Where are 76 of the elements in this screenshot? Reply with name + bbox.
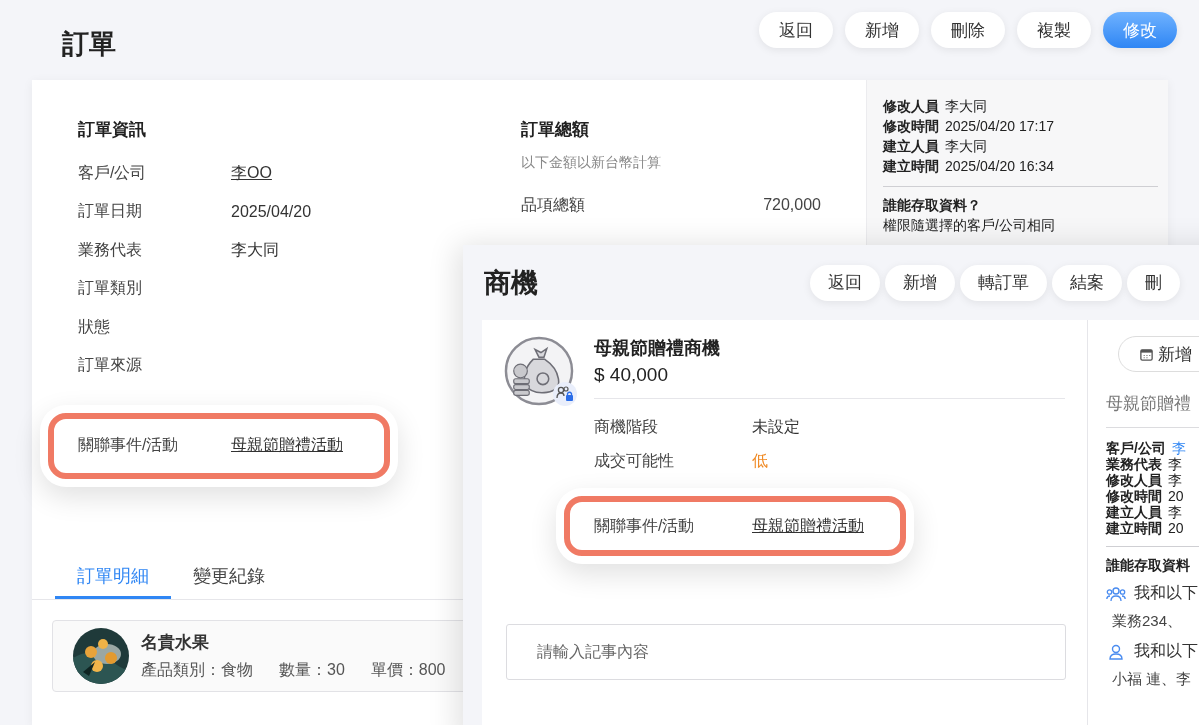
record-label: 修改人員 xyxy=(883,97,939,116)
field-label: 成交可能性 xyxy=(594,450,675,471)
person-icon xyxy=(1106,643,1126,660)
item-detail: 產品類別：食物 xyxy=(141,660,253,680)
item-detail: 單價：800 xyxy=(370,660,446,680)
record-value: 李大同 xyxy=(945,137,987,156)
field-value: 低 xyxy=(752,450,768,471)
note-text: 以下金額以新台幣計算 xyxy=(521,154,662,172)
field-label: 訂單類別 xyxy=(78,278,143,299)
item-name: 名貴水果 xyxy=(141,632,210,654)
group-icon xyxy=(1106,585,1126,602)
record-label: 客戶/公司 xyxy=(1106,440,1166,456)
action-button[interactable]: 刪 xyxy=(1127,264,1180,301)
field-label: 商機階段 xyxy=(594,417,659,438)
subtitle-text: 母親節贈禮 xyxy=(1106,392,1199,428)
action-button[interactable]: 新增 xyxy=(885,264,955,301)
field-label: 客戶/公司 xyxy=(78,162,148,183)
record-value: 李 xyxy=(1168,472,1182,488)
access-label: 我和以下 xyxy=(1134,583,1198,603)
access-heading: 誰能存取資料 xyxy=(1106,556,1191,575)
moneybag-icon xyxy=(504,336,574,406)
window-title: 商機 xyxy=(484,266,538,300)
section-heading: 訂單總額 xyxy=(521,119,590,141)
people-lock-icon xyxy=(553,382,577,406)
access-note: 權限隨選擇的客戶/公司相同 xyxy=(883,216,1056,235)
record-value: 李大同 xyxy=(945,97,987,116)
field-link[interactable]: 李OO xyxy=(231,162,272,184)
total-value: 720,000 xyxy=(763,196,821,214)
record-value: 2025/04/20 16:34 xyxy=(945,157,1054,176)
field-link[interactable]: 母親節贈禮活動 xyxy=(752,515,864,537)
record-label: 建立時間 xyxy=(1106,520,1162,536)
field-link[interactable]: 母親節贈禮活動 xyxy=(231,435,343,456)
action-button[interactable]: 轉訂單 xyxy=(960,264,1047,301)
add-button[interactable]: 新增 xyxy=(1118,336,1199,372)
field-label: 訂單日期 xyxy=(78,201,143,222)
action-button[interactable]: 刪除 xyxy=(931,12,1005,48)
field-label: 關聯事件/活動 xyxy=(594,515,696,536)
access-heading: 誰能存取資料？ xyxy=(883,196,982,215)
page-title: 訂單 xyxy=(62,28,116,61)
record-label: 建立人員 xyxy=(1106,504,1162,520)
total-label: 品項總額 xyxy=(521,194,585,215)
record-value: 李 xyxy=(1168,504,1182,520)
access-members: 業務234、 xyxy=(1112,612,1184,631)
action-button[interactable]: 複製 xyxy=(1017,12,1091,48)
field-label: 關聯事件/活動 xyxy=(78,435,180,455)
record-label: 修改人員 xyxy=(1106,472,1162,488)
field-value: 2025/04/20 xyxy=(231,202,312,221)
access-members: 小福 連、李 xyxy=(1112,670,1193,689)
section-heading: 訂單資訊 xyxy=(78,119,147,141)
record-label: 業務代表 xyxy=(1106,456,1162,472)
record-value: 李 xyxy=(1168,456,1182,472)
record-label: 建立時間 xyxy=(883,157,939,176)
record-label: 建立人員 xyxy=(883,137,939,156)
memo-field[interactable]: 請輸入記事內容 xyxy=(506,624,1066,680)
record-value: 2025/04/20 17:17 xyxy=(945,117,1054,136)
record-label: 修改時間 xyxy=(883,117,939,136)
action-button[interactable]: 新增 xyxy=(845,12,919,48)
action-button[interactable]: 返回 xyxy=(759,12,833,48)
field-value: 未設定 xyxy=(752,417,800,438)
action-button[interactable]: 返回 xyxy=(810,264,880,301)
item-detail: 數量：30 xyxy=(279,660,345,680)
field-value: 李大同 xyxy=(231,239,279,260)
field-label: 狀態 xyxy=(78,316,111,337)
calendar-icon xyxy=(1139,346,1154,362)
record-value: 20 xyxy=(1168,488,1184,504)
tab[interactable]: 變更紀錄 xyxy=(171,564,287,599)
record-label: 修改時間 xyxy=(1106,488,1162,504)
tab[interactable]: 訂單明細 xyxy=(55,564,171,599)
field-label: 訂單來源 xyxy=(78,355,143,376)
record-value: 20 xyxy=(1168,520,1184,536)
record-link[interactable]: 李 xyxy=(1171,440,1186,456)
action-button[interactable]: 結案 xyxy=(1052,264,1122,301)
opportunity-amount: $ 40,000 xyxy=(594,364,1065,399)
field-label: 業務代表 xyxy=(78,239,143,260)
opportunity-name: 母親節贈禮商機 xyxy=(594,337,721,360)
access-label: 我和以下 xyxy=(1134,641,1198,661)
